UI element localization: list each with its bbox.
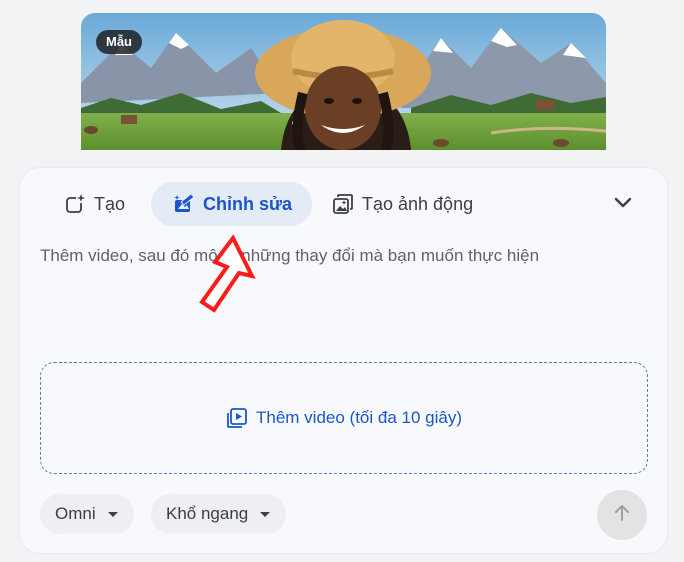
caret-down-icon bbox=[260, 511, 271, 517]
send-button[interactable] bbox=[597, 490, 647, 540]
stage: Mẫu Tạo Chỉnh sửa Tạo ảnh động Thêm vide… bbox=[0, 0, 684, 562]
add-video-dropzone[interactable]: Thêm video (tối đa 10 giây) bbox=[40, 362, 648, 474]
tab-animate-label: Tạo ảnh động bbox=[362, 193, 474, 214]
model-select-label: Omni bbox=[55, 504, 96, 523]
mode-tabs: Tạo Chỉnh sửa Tạo ảnh động bbox=[20, 168, 667, 240]
aspect-ratio-select[interactable]: Khổ ngang bbox=[151, 494, 287, 534]
prompt-input[interactable]: Thêm video, sau đó mô tả những thay đổi … bbox=[40, 244, 640, 268]
expand-chevron-button[interactable] bbox=[608, 190, 638, 220]
image-stack-sparkle-icon bbox=[332, 193, 354, 215]
sparkle-square-icon bbox=[64, 193, 86, 215]
tab-edit-label: Chỉnh sửa bbox=[203, 193, 293, 214]
aspect-ratio-label: Khổ ngang bbox=[166, 504, 249, 523]
caret-down-icon bbox=[107, 511, 118, 517]
add-video-label: Thêm video (tối đa 10 giây) bbox=[256, 408, 462, 427]
preview-image bbox=[81, 13, 606, 150]
tab-edit[interactable]: Chỉnh sửa bbox=[151, 182, 313, 226]
chevron-down-icon bbox=[614, 196, 632, 214]
model-select-omni[interactable]: Omni bbox=[40, 494, 134, 534]
tab-animate[interactable]: Tạo ảnh động bbox=[312, 182, 491, 226]
tab-create[interactable]: Tạo bbox=[44, 182, 143, 226]
sample-badge: Mẫu bbox=[96, 30, 142, 54]
magic-edit-icon bbox=[173, 193, 195, 215]
editor-panel: Tạo Chỉnh sửa Tạo ảnh động Thêm video, s… bbox=[20, 168, 667, 553]
arrow-up-icon bbox=[613, 504, 631, 527]
prompt-placeholder: Thêm video, sau đó mô tả những thay đổi … bbox=[40, 246, 540, 265]
tab-create-label: Tạo bbox=[94, 193, 126, 214]
video-library-icon bbox=[226, 407, 248, 429]
